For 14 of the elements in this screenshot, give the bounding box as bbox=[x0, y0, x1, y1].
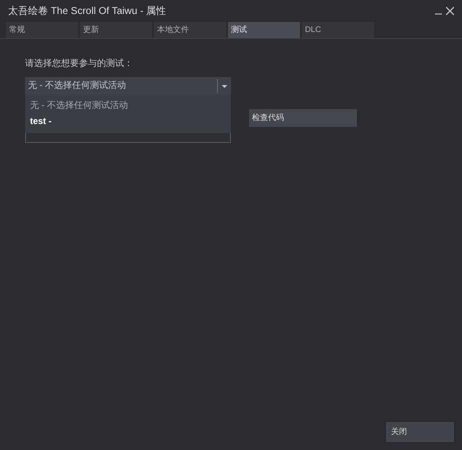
tab[interactable]: 更新 bbox=[80, 22, 152, 38]
dropdown-option[interactable]: test - bbox=[25, 114, 231, 130]
tab[interactable]: 测试 bbox=[228, 22, 300, 38]
beta-prompt: 请选择您想要参与的测试： bbox=[25, 57, 134, 70]
close-icon[interactable] bbox=[446, 7, 454, 15]
beta-dropdown[interactable]: 无 - 不选择任何测试活动 bbox=[25, 76, 231, 94]
close-button[interactable]: 关闭 bbox=[386, 422, 454, 442]
tab[interactable]: 常规 bbox=[6, 22, 78, 38]
dropdown-option[interactable]: 无 - 不选择任何测试活动 bbox=[25, 98, 231, 114]
window-title: 太吾绘卷 The Scroll Of Taiwu - 属性 bbox=[8, 4, 166, 18]
dropdown-value: 无 - 不选择任何测试活动 bbox=[28, 78, 126, 92]
check-code-button[interactable]: 检查代码 bbox=[249, 108, 357, 126]
tab[interactable]: 本地文件 bbox=[154, 22, 226, 38]
tab[interactable]: DLC bbox=[302, 22, 374, 38]
